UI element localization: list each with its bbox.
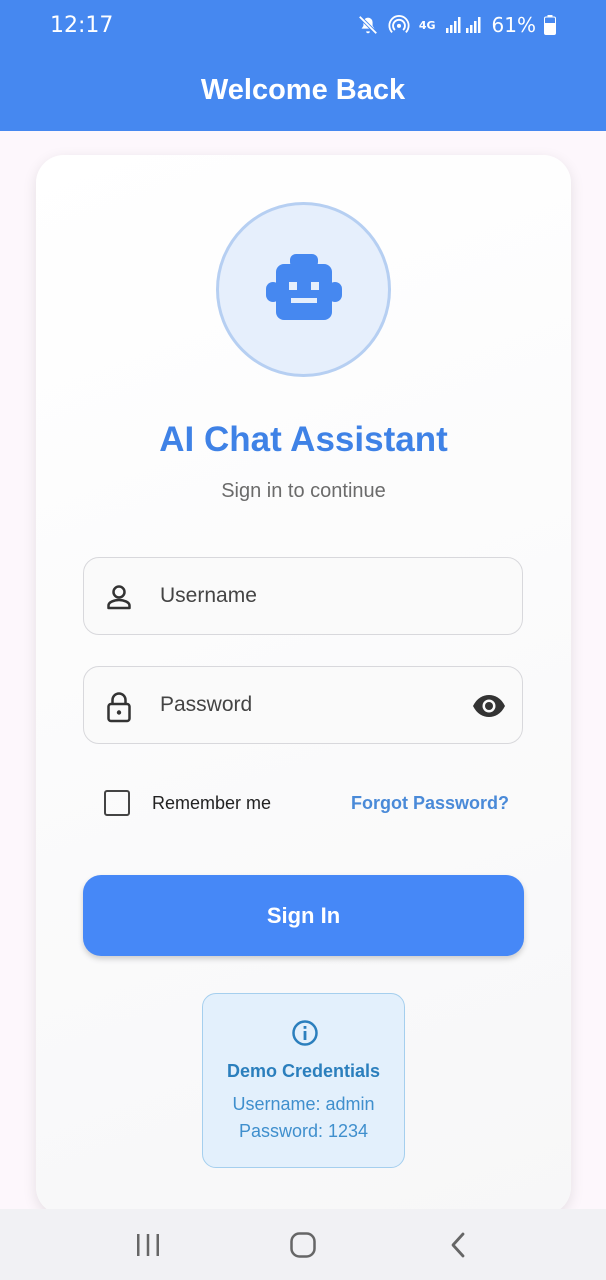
subtitle: Sign in to continue — [221, 480, 386, 502]
back-icon[interactable] — [428, 1220, 488, 1270]
username-field[interactable] — [83, 557, 523, 635]
avatar — [216, 202, 391, 377]
forgot-password-link[interactable]: Forgot Password? — [351, 793, 509, 814]
app-title: AI Chat Assistant — [159, 420, 448, 459]
status-time: 12:17 — [50, 12, 114, 38]
status-icons: 4G 61% — [357, 13, 556, 37]
app-bar-title: Welcome Back — [200, 74, 406, 106]
demo-title: Demo Credentials — [226, 1061, 381, 1081]
login-card: AI Chat Assistant Sign in to continue Re… — [36, 155, 571, 1215]
status-bar: 12:17 4G 61% — [0, 0, 606, 50]
battery-icon — [544, 15, 556, 35]
password-field[interactable] — [83, 666, 523, 744]
info-icon — [291, 1019, 319, 1052]
person-icon — [104, 582, 134, 617]
lock-icon — [104, 691, 134, 728]
username-input[interactable] — [160, 558, 460, 634]
demo-password: Password: 1234 — [238, 1121, 369, 1141]
app-bar: Welcome Back — [0, 50, 606, 131]
remember-label: Remember me — [152, 792, 272, 813]
demo-credentials-box: Demo Credentials Username: admin Passwor… — [202, 993, 405, 1168]
robot-icon — [262, 250, 346, 329]
recents-icon[interactable] — [118, 1220, 178, 1270]
remember-me[interactable]: Remember me — [104, 790, 271, 816]
mute-icon — [357, 14, 379, 36]
signal-icon — [444, 15, 484, 35]
remember-row: Remember me Forgot Password? — [104, 787, 509, 819]
remember-checkbox[interactable] — [104, 790, 130, 816]
network-type: 4G — [418, 18, 436, 32]
sign-in-button[interactable]: Sign In — [83, 875, 524, 956]
hotspot-icon — [387, 14, 411, 36]
battery-percent: 61% — [491, 13, 536, 37]
demo-username: Username: admin — [232, 1094, 375, 1114]
navigation-bar — [0, 1209, 606, 1280]
password-input[interactable] — [160, 667, 460, 743]
home-icon[interactable] — [273, 1220, 333, 1270]
eye-icon[interactable] — [472, 691, 506, 726]
